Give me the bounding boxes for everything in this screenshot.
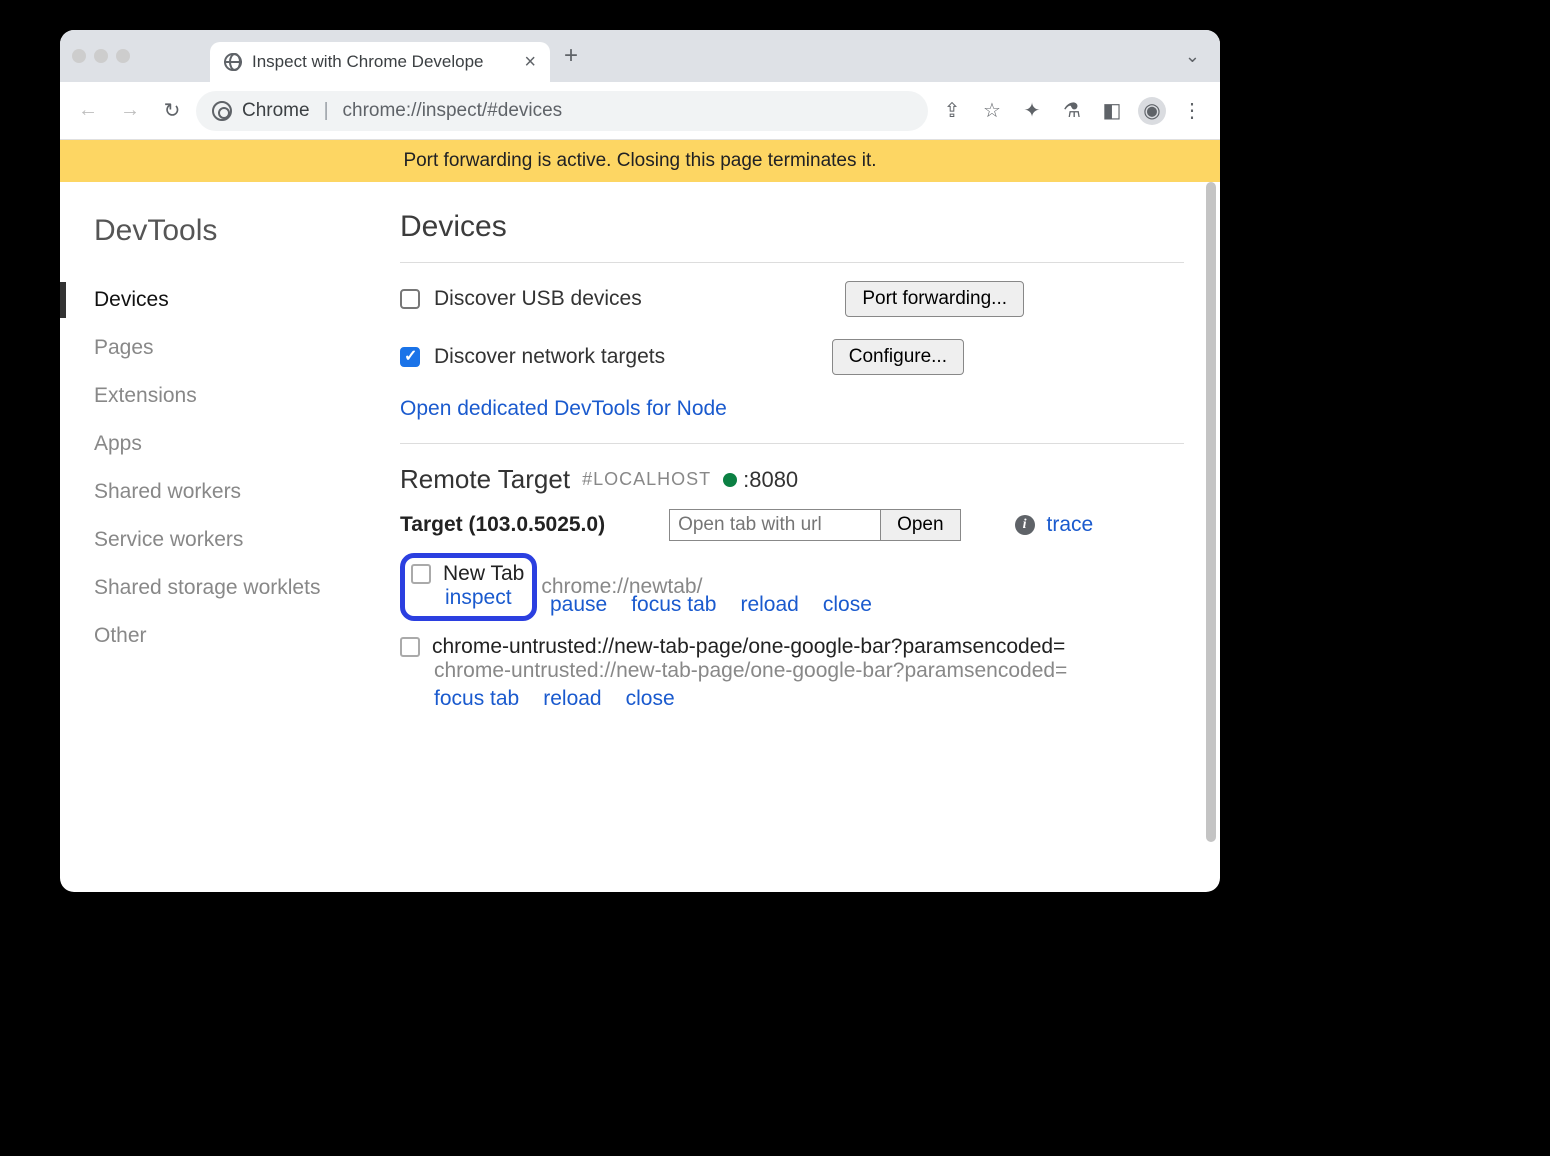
page-content: DevTools Devices Pages Extensions Apps S… — [60, 182, 1220, 892]
menu-icon[interactable]: ⋮ — [1174, 93, 1210, 129]
toolbar-actions: ⇪ ☆ ✦ ⚗ ◧ ◉ ⋮ — [934, 93, 1210, 129]
tab-title: Inspect with Chrome Develope — [252, 52, 484, 72]
target-entry: chrome-untrusted://new-tab-page/one-goog… — [400, 635, 1184, 711]
page-heading: Devices — [400, 210, 1184, 244]
configure-button[interactable]: Configure... — [832, 339, 964, 375]
port-forwarding-button[interactable]: Port forwarding... — [845, 281, 1024, 317]
globe-icon — [224, 53, 242, 71]
sidebar-item-extensions[interactable]: Extensions — [94, 372, 400, 420]
remote-target-title: Remote Target — [400, 464, 570, 495]
entry-checkbox[interactable] — [411, 564, 431, 584]
sidebar-item-apps[interactable]: Apps — [94, 420, 400, 468]
remote-target-port: :8080 — [743, 467, 798, 493]
divider — [400, 262, 1184, 263]
reload-link[interactable]: reload — [543, 687, 601, 711]
share-icon[interactable]: ⇪ — [934, 93, 970, 129]
focus-tab-link[interactable]: focus tab — [434, 687, 519, 711]
highlight-annotation: New Tab inspect — [400, 553, 537, 621]
toolbar: ← → ↻ Chrome | chrome://inspect/#devices… — [60, 82, 1220, 140]
browser-tab[interactable]: Inspect with Chrome Develope × — [210, 42, 550, 82]
browser-window: Inspect with Chrome Develope × + ⌄ ← → ↻… — [60, 30, 1220, 892]
entry-checkbox[interactable] — [400, 637, 420, 657]
url-label: Chrome — [242, 100, 310, 122]
chrome-icon — [212, 101, 232, 121]
discover-usb-row: Discover USB devices Port forwarding... — [400, 281, 1184, 317]
open-tab-url-input[interactable] — [670, 510, 880, 540]
entry-url: chrome-untrusted://new-tab-page/one-goog… — [434, 659, 1184, 683]
remote-target-sub: #LOCALHOST — [582, 469, 711, 490]
close-window-button[interactable] — [72, 49, 86, 63]
open-tab-form: Open — [669, 509, 960, 541]
sidebar-item-devices[interactable]: Devices — [94, 276, 400, 324]
titlebar: Inspect with Chrome Develope × + ⌄ — [60, 30, 1220, 82]
target-row: Target (103.0.5025.0) Open i trace — [400, 509, 1184, 541]
open-tab-button[interactable]: Open — [880, 510, 959, 540]
sidebar: DevTools Devices Pages Extensions Apps S… — [60, 182, 400, 892]
close-tab-icon[interactable]: × — [524, 51, 536, 74]
scrollbar[interactable] — [1204, 182, 1218, 892]
divider — [400, 443, 1184, 444]
trace-link[interactable]: trace — [1047, 513, 1094, 537]
target-entry: New Tab inspect chrome://newtab/ pause f… — [400, 553, 1184, 617]
url-separator: | — [320, 100, 333, 122]
sidebar-title: DevTools — [94, 214, 400, 248]
node-link-row: Open dedicated DevTools for Node — [400, 397, 1184, 421]
inspect-link[interactable]: inspect — [445, 586, 512, 609]
discover-network-label: Discover network targets — [434, 345, 665, 369]
focus-tab-link[interactable]: focus tab — [631, 593, 716, 617]
open-node-devtools-link[interactable]: Open dedicated DevTools for Node — [400, 397, 727, 421]
scrollbar-thumb[interactable] — [1206, 182, 1216, 842]
discover-usb-label: Discover USB devices — [434, 287, 642, 311]
sidebar-item-other[interactable]: Other — [94, 612, 400, 660]
sidebar-item-shared-workers[interactable]: Shared workers — [94, 468, 400, 516]
side-panel-icon[interactable]: ◧ — [1094, 93, 1130, 129]
reload-link[interactable]: reload — [740, 593, 798, 617]
entry-title: chrome-untrusted://new-tab-page/one-goog… — [432, 635, 1065, 659]
sidebar-item-pages[interactable]: Pages — [94, 324, 400, 372]
reload-button[interactable]: ↻ — [154, 93, 190, 129]
traffic-lights — [72, 49, 130, 63]
port-forwarding-infobar: Port forwarding is active. Closing this … — [60, 140, 1220, 182]
entry-title: New Tab — [443, 562, 524, 586]
minimize-window-button[interactable] — [94, 49, 108, 63]
target-name: Target (103.0.5025.0) — [400, 513, 605, 537]
discover-usb-checkbox[interactable] — [400, 289, 420, 309]
new-tab-button[interactable]: + — [564, 42, 578, 70]
main-panel: Devices Discover USB devices Port forwar… — [400, 182, 1220, 892]
discover-network-row: Discover network targets Configure... — [400, 339, 1184, 375]
address-bar[interactable]: Chrome | chrome://inspect/#devices — [196, 91, 928, 131]
pause-link[interactable]: pause — [550, 593, 607, 617]
status-dot-icon — [723, 473, 737, 487]
tabs-dropdown-icon[interactable]: ⌄ — [1185, 46, 1208, 67]
bookmark-star-icon[interactable]: ☆ — [974, 93, 1010, 129]
url-path: chrome://inspect/#devices — [343, 100, 563, 122]
extensions-puzzle-icon[interactable]: ✦ — [1014, 93, 1050, 129]
close-link[interactable]: close — [626, 687, 675, 711]
profile-avatar[interactable]: ◉ — [1134, 93, 1170, 129]
labs-flask-icon[interactable]: ⚗ — [1054, 93, 1090, 129]
close-link[interactable]: close — [823, 593, 872, 617]
zoom-window-button[interactable] — [116, 49, 130, 63]
back-button[interactable]: ← — [70, 93, 106, 129]
info-icon[interactable]: i — [1015, 515, 1035, 535]
remote-target-heading: Remote Target #LOCALHOST :8080 — [400, 464, 1184, 495]
sidebar-item-service-workers[interactable]: Service workers — [94, 516, 400, 564]
discover-network-checkbox[interactable] — [400, 347, 420, 367]
sidebar-item-shared-storage-worklets[interactable]: Shared storage worklets — [94, 564, 400, 612]
forward-button[interactable]: → — [112, 93, 148, 129]
